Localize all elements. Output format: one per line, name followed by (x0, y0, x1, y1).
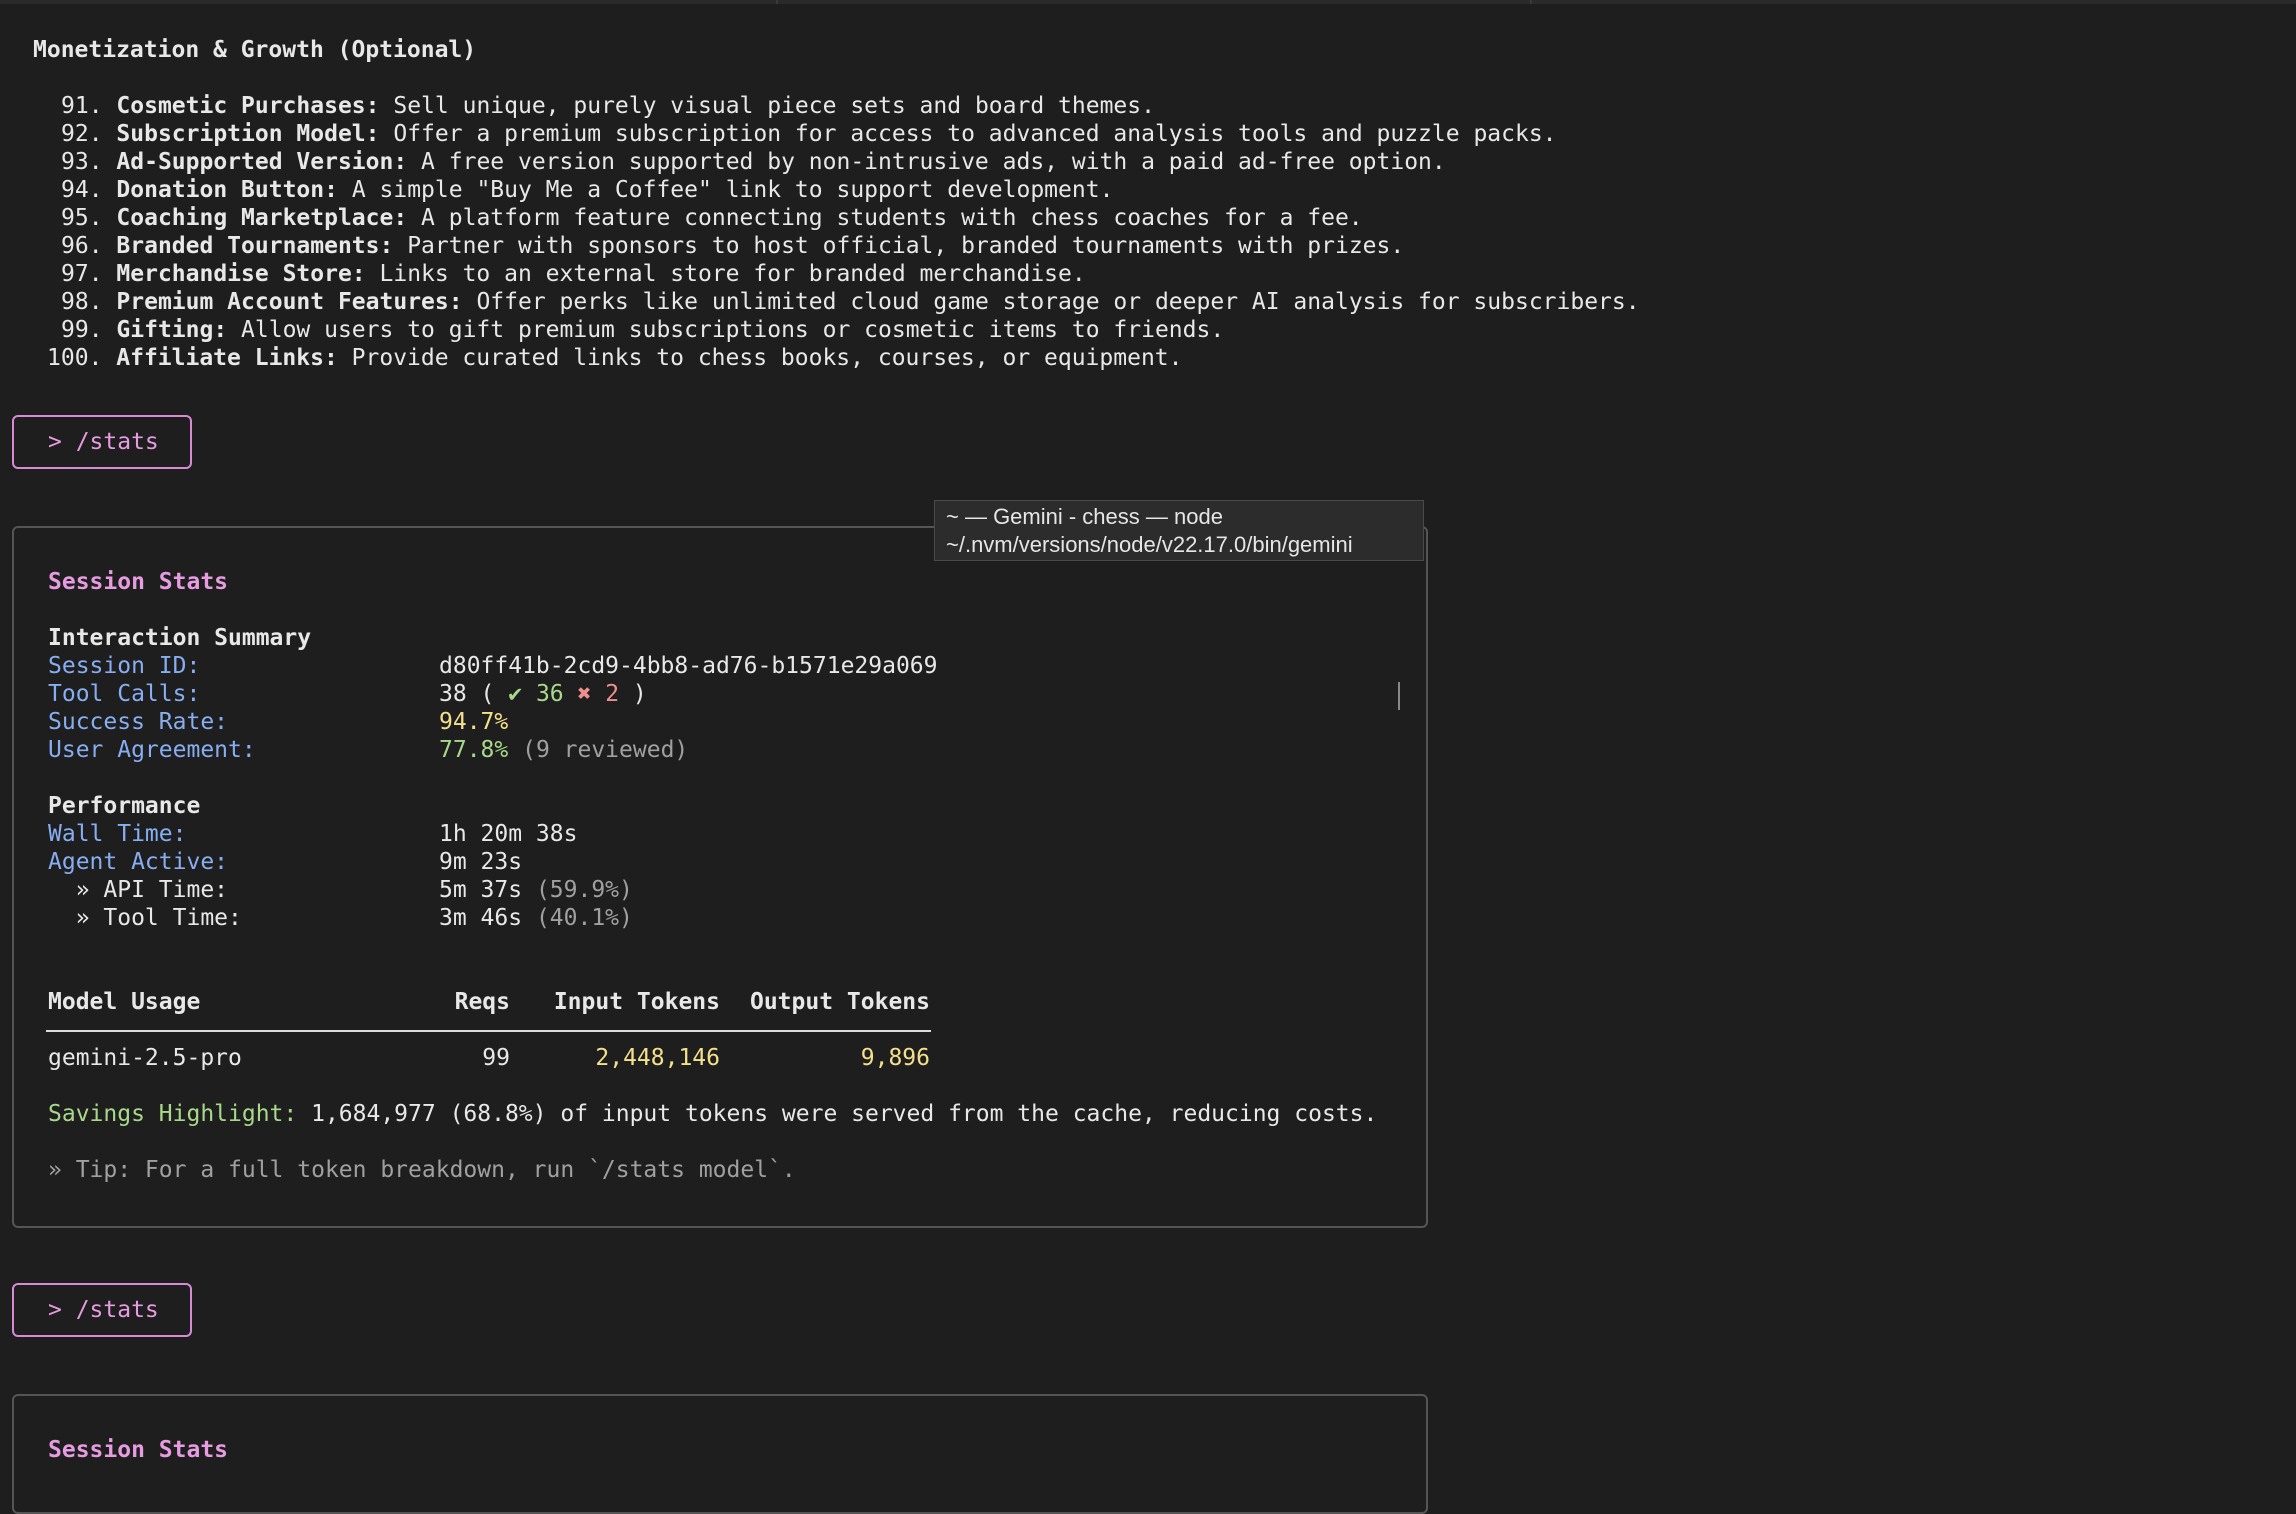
table-row-model: gemini-2.5-pro (48, 1045, 242, 1071)
table-row-output-tokens: 9,896 (860, 1045, 930, 1071)
tool-calls-label: Tool Calls: (48, 681, 201, 707)
list-item: 93. Ad-Supported Version: A free version… (61, 148, 1446, 176)
window-title-tooltip: ~ — Gemini - chess — node ~/.nvm/version… (934, 500, 1424, 561)
list-item-text: Offer a premium subscription for access … (379, 121, 1557, 147)
table-row-reqs: 99 (482, 1045, 510, 1071)
list-item-title: Coaching Marketplace: (116, 205, 408, 231)
list-item-number: 96. (61, 233, 103, 259)
list-item: 94. Donation Button: A simple "Buy Me a … (61, 176, 1113, 204)
list-item: 96. Branded Tournaments: Partner with sp… (61, 232, 1404, 260)
user-agreement-label: User Agreement: (48, 737, 256, 763)
list-item-title: Affiliate Links: (116, 345, 338, 371)
list-item-title: Premium Account Features: (116, 289, 463, 315)
list-item: 92. Subscription Model: Offer a premium … (61, 120, 1557, 148)
list-item-number: 98. (61, 289, 103, 315)
list-item: 99. Gifting: Allow users to gift premium… (61, 316, 1224, 344)
list-item-number: 100. (47, 345, 103, 371)
window-top-edge (0, 0, 2296, 4)
scroll-indicator (1398, 682, 1400, 710)
stats-title-2: Session Stats (48, 1437, 229, 1463)
interaction-summary-heading: Interaction Summary (48, 625, 312, 651)
list-item-title: Branded Tournaments: (116, 233, 394, 259)
table-header-input-tokens: Input Tokens (553, 989, 720, 1015)
list-item-text: Provide curated links to chess books, co… (337, 345, 1183, 371)
savings-text: 1,684,977 (68.8%) of input tokens were s… (297, 1101, 1378, 1127)
tool-time-label: » Tool Time: (48, 905, 242, 931)
savings-highlight: Savings Highlight: 1,684,977 (68.8%) of … (48, 1100, 1377, 1128)
user-agreement-note: (9 reviewed) (508, 737, 689, 763)
list-item: 100. Affiliate Links: Provide curated li… (47, 344, 1183, 372)
table-header-reqs: Reqs (454, 989, 510, 1015)
agent-active-label: Agent Active: (48, 849, 229, 875)
command-input-box[interactable]: > /stats (12, 415, 192, 469)
session-id-value: d80ff41b-2cd9-4bb8-ad76-b1571e29a069 (439, 653, 938, 679)
tool-calls-success: ✔ 36 (508, 681, 564, 707)
list-item-number: 92. (61, 121, 103, 147)
stats-tip: » Tip: For a full token breakdown, run `… (48, 1157, 796, 1183)
list-item-title: Merchandise Store: (116, 261, 366, 287)
user-agreement-percent: 77.8% (439, 737, 509, 763)
list-item-title: Ad-Supported Version: (116, 149, 408, 175)
list-item-title: Subscription Model: (116, 121, 380, 147)
agent-active-value: 9m 23s (439, 849, 523, 875)
list-item-text: A free version supported by non-intrusiv… (407, 149, 1446, 175)
success-rate-value: 94.7% (439, 709, 509, 735)
list-item-number: 97. (61, 261, 103, 287)
table-row-input-tokens: 2,448,146 (595, 1045, 720, 1071)
list-item-text: Offer perks like unlimited cloud game st… (462, 289, 1640, 315)
tab-separator (1530, 0, 1532, 4)
list-item-text: A simple "Buy Me a Coffee" link to suppo… (337, 177, 1114, 203)
api-time-value: 5m 37s (59.9%) (439, 876, 633, 904)
api-time-label: » API Time: (48, 877, 229, 903)
list-item-title: Gifting: (116, 317, 228, 343)
stats-title: Session Stats (48, 569, 229, 595)
list-item: 98. Premium Account Features: Offer perk… (61, 288, 1640, 316)
tool-calls-close: ) (619, 681, 647, 707)
list-item: 97. Merchandise Store: Links to an exter… (61, 260, 1086, 288)
list-item: 95. Coaching Marketplace: A platform fea… (61, 204, 1363, 232)
api-time-duration: 5m 37s (439, 877, 523, 903)
list-item-text: Allow users to gift premium subscription… (227, 317, 1225, 343)
performance-heading: Performance (48, 793, 201, 819)
list-item-text: Partner with sponsors to host official, … (393, 233, 1405, 259)
list-item-number: 91. (61, 93, 103, 119)
list-item-title: Donation Button: (116, 177, 338, 203)
savings-label: Savings Highlight: (48, 1101, 298, 1127)
session-id-label: Session ID: (48, 653, 201, 679)
list-item-number: 99. (61, 317, 103, 343)
tool-time-duration: 3m 46s (439, 905, 523, 931)
tool-calls-value: 38 ( ✔ 36 ✖ 2 ) (439, 680, 647, 708)
api-time-percent: (59.9%) (522, 877, 633, 903)
tool-time-value: 3m 46s (40.1%) (439, 904, 633, 932)
list-item-number: 93. (61, 149, 103, 175)
table-header-model: Model Usage (48, 989, 201, 1015)
list-item-number: 94. (61, 177, 103, 203)
user-agreement-value: 77.8% (9 reviewed) (439, 736, 688, 764)
list-item-text: Sell unique, purely visual piece sets an… (379, 93, 1155, 119)
list-item-text: A platform feature connecting students w… (407, 205, 1363, 231)
wall-time-label: Wall Time: (48, 821, 187, 847)
table-header-output-tokens: Output Tokens (749, 989, 930, 1015)
tool-calls-failed: ✖ 2 (577, 681, 620, 707)
list-item: 91. Cosmetic Purchases: Sell unique, pur… (61, 92, 1155, 120)
table-header-rule (46, 1030, 931, 1032)
tool-calls-total: 38 ( (439, 681, 509, 707)
tool-time-percent: (40.1%) (522, 905, 633, 931)
section-heading: Monetization & Growth (Optional) (33, 37, 477, 63)
list-item-text: Links to an external store for branded m… (365, 261, 1086, 287)
success-rate-label: Success Rate: (48, 709, 229, 735)
wall-time-value: 1h 20m 38s (439, 821, 578, 847)
list-item-title: Cosmetic Purchases: (116, 93, 380, 119)
tab-separator (776, 0, 778, 4)
list-item-number: 95. (61, 205, 103, 231)
command-input-box-2[interactable]: > /stats (12, 1283, 192, 1337)
